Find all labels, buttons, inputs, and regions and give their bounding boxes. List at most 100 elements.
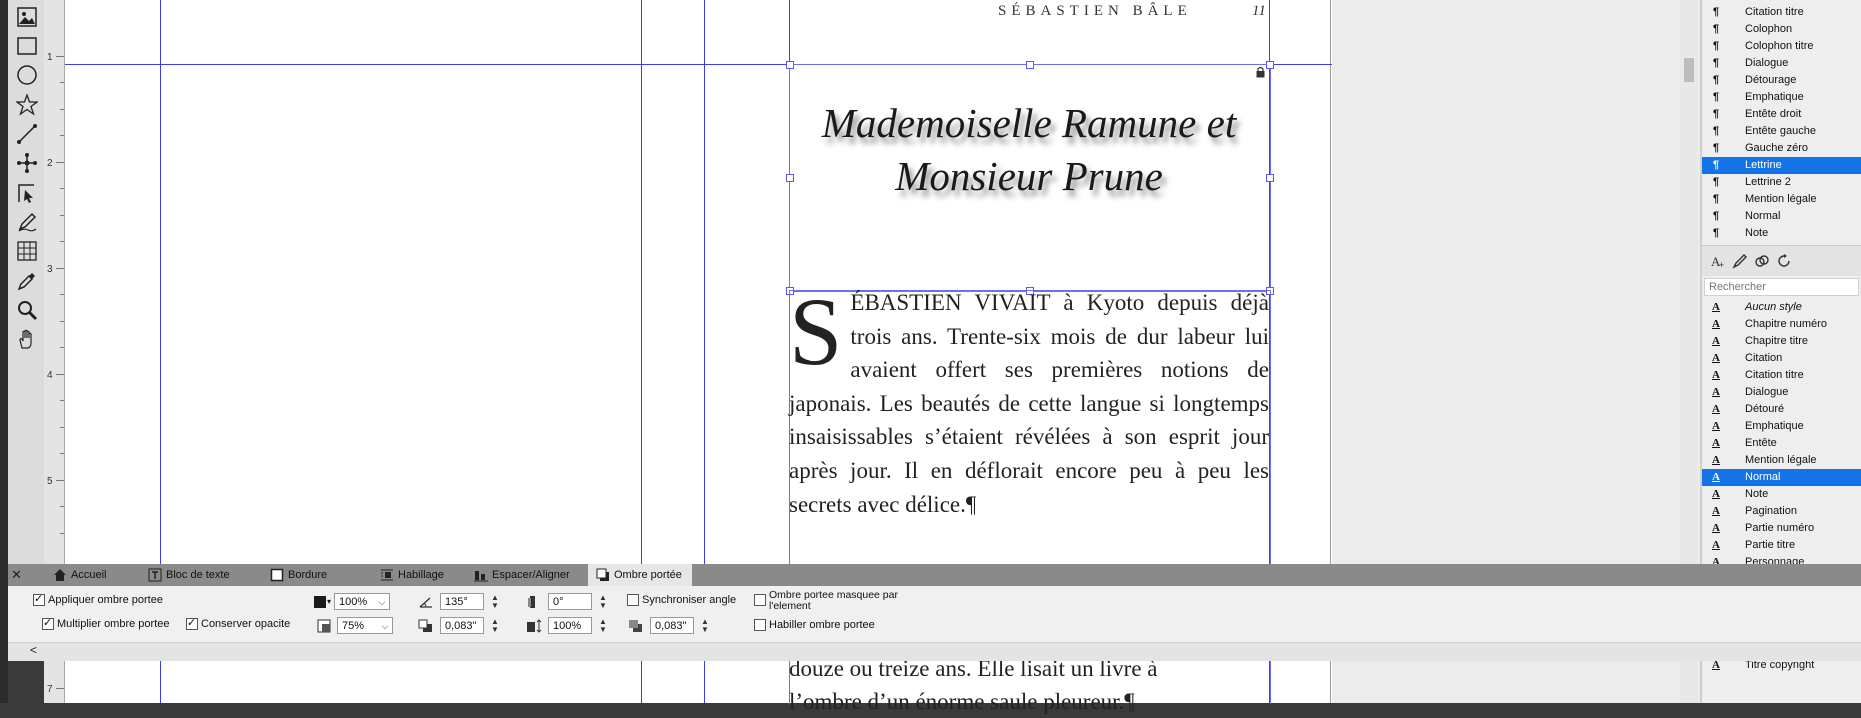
character-style-icon: A xyxy=(1712,369,1720,381)
character-style-icon: A xyxy=(1712,539,1720,551)
shadow-scale-control[interactable]: 100% ▲ ▼ xyxy=(526,617,608,634)
zoom-tool-icon[interactable] xyxy=(14,297,40,323)
shadow-distance-control[interactable]: 0,083" ▲ ▼ xyxy=(418,617,500,634)
ruler-tick xyxy=(56,374,64,375)
character-style-item[interactable]: A Dialogue xyxy=(1702,384,1861,401)
frame-handle[interactable] xyxy=(786,61,794,69)
chevron-down-icon[interactable]: ⌵ xyxy=(375,594,389,611)
character-style-icon: A xyxy=(1712,420,1720,432)
line-tool-icon[interactable] xyxy=(14,121,40,147)
keep-opacity-checkbox[interactable] xyxy=(186,616,198,630)
shadow-scale-field[interactable]: 100% xyxy=(548,617,592,634)
ruler-tick xyxy=(60,215,64,216)
tab-bloc-de-texte[interactable]: Bloc de texte xyxy=(148,564,230,586)
frame-handle[interactable] xyxy=(1026,61,1034,69)
rectangle-tool-icon[interactable] xyxy=(14,33,40,59)
tab-bordure[interactable]: Bordure xyxy=(270,564,327,586)
masked-shadow-checkbox[interactable] xyxy=(754,594,766,606)
shadow-blur-control[interactable]: 0,083" ▲ ▼ xyxy=(628,617,710,634)
multiply-shadow-option[interactable]: Multiplier ombre portee xyxy=(42,616,170,630)
frame-handle[interactable] xyxy=(1266,61,1274,69)
pencil-tool-icon[interactable] xyxy=(14,209,40,235)
hand-tool-icon[interactable] xyxy=(14,326,40,352)
shadow-skew-field[interactable]: 0° xyxy=(548,593,592,610)
shadow-shade-field[interactable]: 100% ⌵ xyxy=(334,593,391,611)
character-style-icon: A xyxy=(1712,522,1720,534)
character-style-label: Pagination xyxy=(1745,505,1797,517)
sync-angle-option[interactable]: Synchroniser angle xyxy=(627,594,736,606)
character-style-label: Citation xyxy=(1745,352,1783,364)
collapse-arrow-icon[interactable]: < xyxy=(30,643,37,657)
border-icon xyxy=(270,568,284,582)
character-style-item[interactable]: A Citation xyxy=(1702,350,1861,367)
sync-angle-checkbox[interactable] xyxy=(627,594,639,606)
wrap-shadow-option[interactable]: Habiller ombre portee xyxy=(754,619,875,631)
tab-ombre-portee[interactable]: Ombre portée xyxy=(588,564,692,586)
shadow-distance-field[interactable]: 0,083" xyxy=(440,617,484,634)
shadow-color-control[interactable]: ▾ 100% ⌵ xyxy=(314,593,391,611)
shadow-color-swatch[interactable] xyxy=(314,595,326,608)
shadow-opacity-field[interactable]: 75% ⌵ xyxy=(337,617,393,634)
chevron-down-icon[interactable]: ▾ xyxy=(327,597,331,606)
tab-habillage[interactable]: Habillage xyxy=(380,564,444,586)
ellipse-tool-icon[interactable] xyxy=(14,62,40,88)
ruler-tick xyxy=(60,506,64,507)
shadow-blur-field[interactable]: 0,083" xyxy=(650,617,694,634)
direct-selection-tool-icon[interactable] xyxy=(14,180,40,206)
character-style-item[interactable]: A Pagination xyxy=(1702,503,1861,520)
character-style-item[interactable]: A Emphatique xyxy=(1702,418,1861,435)
eyedropper-tool-icon[interactable] xyxy=(14,268,40,294)
character-style-icon: A xyxy=(1712,505,1720,517)
character-style-item[interactable]: A Détouré xyxy=(1702,401,1861,418)
ruler-number: 2 xyxy=(47,158,53,169)
body-paragraph-continued: douze ou treize ans. Elle lisait un livr… xyxy=(789,652,1269,718)
skew-stepper[interactable]: ▲ ▼ xyxy=(598,593,608,610)
character-style-label: Chapitre titre xyxy=(1745,335,1808,347)
pen-tool-icon[interactable] xyxy=(14,150,40,176)
character-style-label: Détouré xyxy=(1745,403,1785,415)
character-style-item[interactable]: A Normal xyxy=(1702,469,1861,486)
character-style-item[interactable]: A Mention légale xyxy=(1702,452,1861,469)
shadow-angle-field[interactable]: 135° xyxy=(440,593,484,610)
text-box-icon xyxy=(148,568,162,582)
image-frame-tool-icon[interactable] xyxy=(14,4,40,30)
apply-shadow-option[interactable]: Appliquer ombre portee xyxy=(33,592,163,606)
shadow-skew-control[interactable]: 0° ▲ ▼ xyxy=(526,593,608,610)
chevron-down-icon[interactable]: ⌵ xyxy=(378,618,392,635)
character-style-item[interactable]: A Aucun style xyxy=(1702,299,1861,316)
text-wrap-icon xyxy=(381,569,393,581)
masked-shadow-option[interactable]: Ombre portee masquee par l'element xyxy=(754,590,898,612)
wrap-shadow-checkbox[interactable] xyxy=(754,619,766,631)
character-style-label: Entête xyxy=(1745,437,1777,449)
shadow-opacity-control[interactable]: 75% ⌵ xyxy=(317,617,393,634)
keep-opacity-option[interactable]: Conserver opacite xyxy=(186,616,290,630)
character-style-item[interactable]: A Note xyxy=(1702,486,1861,503)
character-style-item[interactable]: A Chapitre numéro xyxy=(1702,316,1861,333)
distance-stepper[interactable]: ▲ ▼ xyxy=(490,617,500,634)
drop-shadow-icon xyxy=(596,568,609,582)
angle-stepper[interactable]: ▲ ▼ xyxy=(490,593,500,610)
ruler-tick xyxy=(60,135,64,136)
scrollbar-thumb[interactable] xyxy=(1684,58,1694,82)
ruler-tick xyxy=(56,688,64,689)
ruler-tick xyxy=(56,56,64,57)
lock-icon[interactable] xyxy=(1256,66,1265,78)
close-icon[interactable]: ✕ xyxy=(11,567,22,583)
character-style-item[interactable]: A Citation titre xyxy=(1702,367,1861,384)
shadow-angle-control[interactable]: 135° ▲ ▼ xyxy=(418,593,500,610)
blur-stepper[interactable]: ▲ ▼ xyxy=(700,617,710,634)
star-tool-icon[interactable] xyxy=(14,92,40,118)
character-style-item[interactable]: A Partie numéro xyxy=(1702,520,1861,537)
table-tool-icon[interactable] xyxy=(14,238,40,264)
character-style-item[interactable]: A Chapitre titre xyxy=(1702,333,1861,350)
scale-stepper[interactable]: ▲ ▼ xyxy=(598,617,608,634)
tab-accueil[interactable]: Accueil xyxy=(53,564,106,586)
tab-label: Habillage xyxy=(398,569,444,581)
apply-shadow-checkbox[interactable] xyxy=(33,592,45,606)
character-style-item[interactable]: A Partie titre xyxy=(1702,537,1861,554)
multiply-shadow-checkbox[interactable] xyxy=(42,616,54,630)
character-style-label: Normal xyxy=(1745,471,1781,483)
ruler-tick xyxy=(60,347,64,348)
tab-espacer-aligner[interactable]: Espacer/Aligner xyxy=(474,564,570,586)
character-style-item[interactable]: A Entête xyxy=(1702,435,1861,452)
